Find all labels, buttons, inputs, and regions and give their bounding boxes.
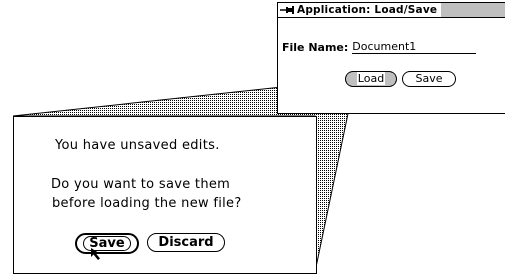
notice-message-line2: Do you want to save them bbox=[51, 177, 231, 192]
application-window: Application: Load/Save bbox=[277, 2, 505, 114]
arrow-cursor-icon bbox=[91, 248, 100, 260]
notice-message-line3: before loading the new file? bbox=[52, 196, 242, 211]
notice-message-line1: You have unsaved edits. bbox=[55, 138, 220, 153]
window-title: Application: Load/Save bbox=[297, 4, 438, 16]
unsaved-edits-notice: You have unsaved edits. Do you want to s… bbox=[13, 116, 317, 274]
load-button[interactable]: Load bbox=[345, 71, 397, 87]
notice-discard-button-label: Discard bbox=[158, 235, 214, 250]
notice-discard-button[interactable]: Discard bbox=[147, 233, 225, 252]
window-save-button[interactable]: Save bbox=[402, 71, 456, 87]
file-name-row: File Name: Document1 bbox=[282, 41, 477, 54]
file-name-field[interactable]: Document1 bbox=[352, 41, 477, 54]
load-button-label: Load bbox=[356, 72, 386, 85]
window-title-bar[interactable]: Application: Load/Save bbox=[278, 3, 505, 18]
pushpin-icon[interactable] bbox=[280, 5, 294, 15]
file-name-label: File Name: bbox=[282, 41, 349, 54]
window-save-button-label: Save bbox=[415, 72, 443, 85]
